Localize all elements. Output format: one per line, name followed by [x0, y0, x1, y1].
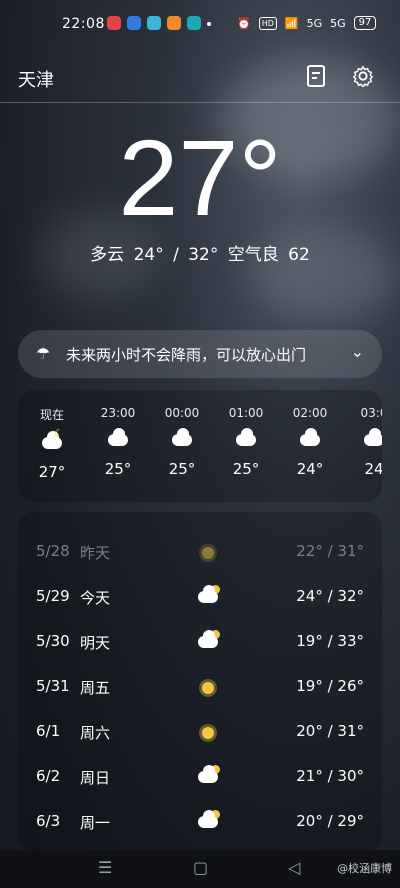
cloud-icon	[297, 428, 323, 448]
cloud-icon	[105, 428, 131, 448]
day-date: 6/1	[36, 722, 61, 740]
day-date: 6/2	[36, 767, 61, 785]
sun-icon	[195, 722, 221, 740]
hour-time: 00:00	[164, 406, 200, 420]
alarm-icon: ⏰	[237, 16, 251, 30]
document-icon[interactable]	[302, 62, 330, 90]
day-temp: 24° / 32°	[296, 587, 364, 605]
hour-time: 02:00	[292, 406, 328, 420]
watermark: @校涵康博	[337, 862, 392, 875]
back-icon[interactable]: ◁	[288, 858, 300, 877]
rain-forecast-text: 未来两小时不会降雨，可以放心出门	[66, 346, 307, 364]
day-temp: 19° / 33°	[296, 632, 364, 650]
hourly-item: 23:00 25°	[88, 406, 148, 478]
day-temp: 22° / 31°	[296, 542, 364, 560]
hourly-forecast[interactable]: 现在 ☾ 27° 23:00 25° 00:00 25° 01:00 25° 0…	[18, 390, 382, 502]
day-name: 昨天	[80, 544, 111, 562]
app-teal-icon	[187, 16, 201, 30]
cloudy-night-icon: ☾	[39, 427, 65, 451]
hour-temp: 25°	[232, 460, 260, 478]
hour-temp: 25°	[168, 460, 196, 478]
notification-dot-icon	[207, 22, 211, 26]
sun-icon	[195, 677, 221, 695]
app-cyan-icon	[147, 16, 161, 30]
daily-row[interactable]: 5/30 明天 19° / 33°	[18, 622, 382, 662]
daily-row[interactable]: 6/1 周六 20° / 31°	[18, 712, 382, 752]
day-temp: 21° / 30°	[296, 767, 364, 785]
app-red-icon	[107, 16, 121, 30]
partly-cloudy-icon	[195, 585, 221, 605]
status-time: 22:08	[62, 16, 105, 32]
partly-cloudy-icon	[195, 810, 221, 830]
partly-cloudy-icon	[195, 765, 221, 785]
day-temp: 19° / 26°	[296, 677, 364, 695]
hourly-item: 现在 ☾ 27°	[22, 406, 82, 481]
day-name: 今天	[80, 589, 111, 607]
status-bar: 22:08 ⏰ HD 📶 5G 5G 97	[0, 0, 400, 50]
daily-row[interactable]: 5/28 昨天 22° / 31°	[18, 532, 382, 572]
signal-5g-icon: 5G	[306, 16, 323, 30]
rain-forecast-bar[interactable]: ☂ 未来两小时不会降雨，可以放心出门 ⌄	[18, 330, 382, 378]
status-indicators: ⏰ HD 📶 5G 5G 97	[237, 16, 377, 30]
gear-icon[interactable]	[349, 62, 377, 90]
day-date: 5/28	[36, 542, 70, 560]
chevron-down-icon[interactable]: ⌄	[351, 342, 364, 361]
hour-temp: 24°	[296, 460, 324, 478]
day-name: 周五	[80, 679, 111, 697]
daily-row[interactable]: 5/29 今天 24° / 32°	[18, 577, 382, 617]
cloud-icon	[169, 428, 195, 448]
day-name: 周日	[80, 769, 111, 787]
weather-summary: 多云 24° / 32° 空气良 62	[90, 245, 310, 265]
day-name: 周六	[80, 724, 111, 742]
status-app-icons	[107, 16, 211, 30]
day-date: 5/29	[36, 587, 70, 605]
hourly-item: 02:00 24°	[280, 406, 340, 478]
battery-icon: 97	[353, 16, 377, 30]
daily-row[interactable]: 6/2 周日 21° / 30°	[18, 757, 382, 797]
app-orange-icon	[167, 16, 181, 30]
day-temp: 20° / 29°	[296, 812, 364, 830]
hour-temp: 25°	[104, 460, 132, 478]
hour-temp: 24	[364, 460, 382, 478]
hour-temp: 27°	[38, 463, 66, 481]
day-name: 周一	[80, 814, 111, 832]
hour-time: 01:00	[228, 406, 264, 420]
partly-cloudy-icon	[195, 630, 221, 650]
hour-time: 23:00	[100, 406, 136, 420]
wifi-icon: 📶	[284, 16, 299, 30]
hour-time: 现在	[39, 408, 64, 422]
hourly-item: 01:00 25°	[216, 406, 276, 478]
sun-icon	[195, 542, 221, 560]
day-date: 6/3	[36, 812, 61, 830]
cloud-icon	[361, 428, 382, 448]
day-date: 5/30	[36, 632, 70, 650]
cloud-icon	[233, 428, 259, 448]
day-temp: 20° / 31°	[296, 722, 364, 740]
hd-icon: HD	[258, 16, 277, 30]
daily-row[interactable]: 5/31 周五 19° / 26°	[18, 667, 382, 707]
day-name: 明天	[80, 634, 111, 652]
daily-forecast[interactable]: 5/28 昨天 22° / 31° 5/29 今天 24° / 32° 5/30…	[18, 512, 382, 852]
city-name[interactable]: 天津	[18, 66, 54, 92]
day-date: 5/31	[36, 677, 70, 695]
umbrella-icon: ☂	[36, 344, 51, 363]
hourly-item: 00:00 25°	[152, 406, 212, 478]
menu-icon[interactable]: ☰	[98, 858, 112, 877]
header: 天津	[0, 56, 400, 103]
app-blue-icon	[127, 16, 141, 30]
home-icon[interactable]: ▢	[193, 858, 208, 877]
current-temperature: 27°	[118, 117, 282, 238]
hour-time: 03:0	[360, 406, 382, 420]
daily-row[interactable]: 6/3 周一 20° / 29°	[18, 802, 382, 842]
signal-5g-icon: 5G	[330, 16, 346, 30]
navigation-bar: ☰ ▢ ◁ @校涵康博	[0, 850, 400, 888]
hourly-item: 03:0 24	[344, 406, 382, 478]
